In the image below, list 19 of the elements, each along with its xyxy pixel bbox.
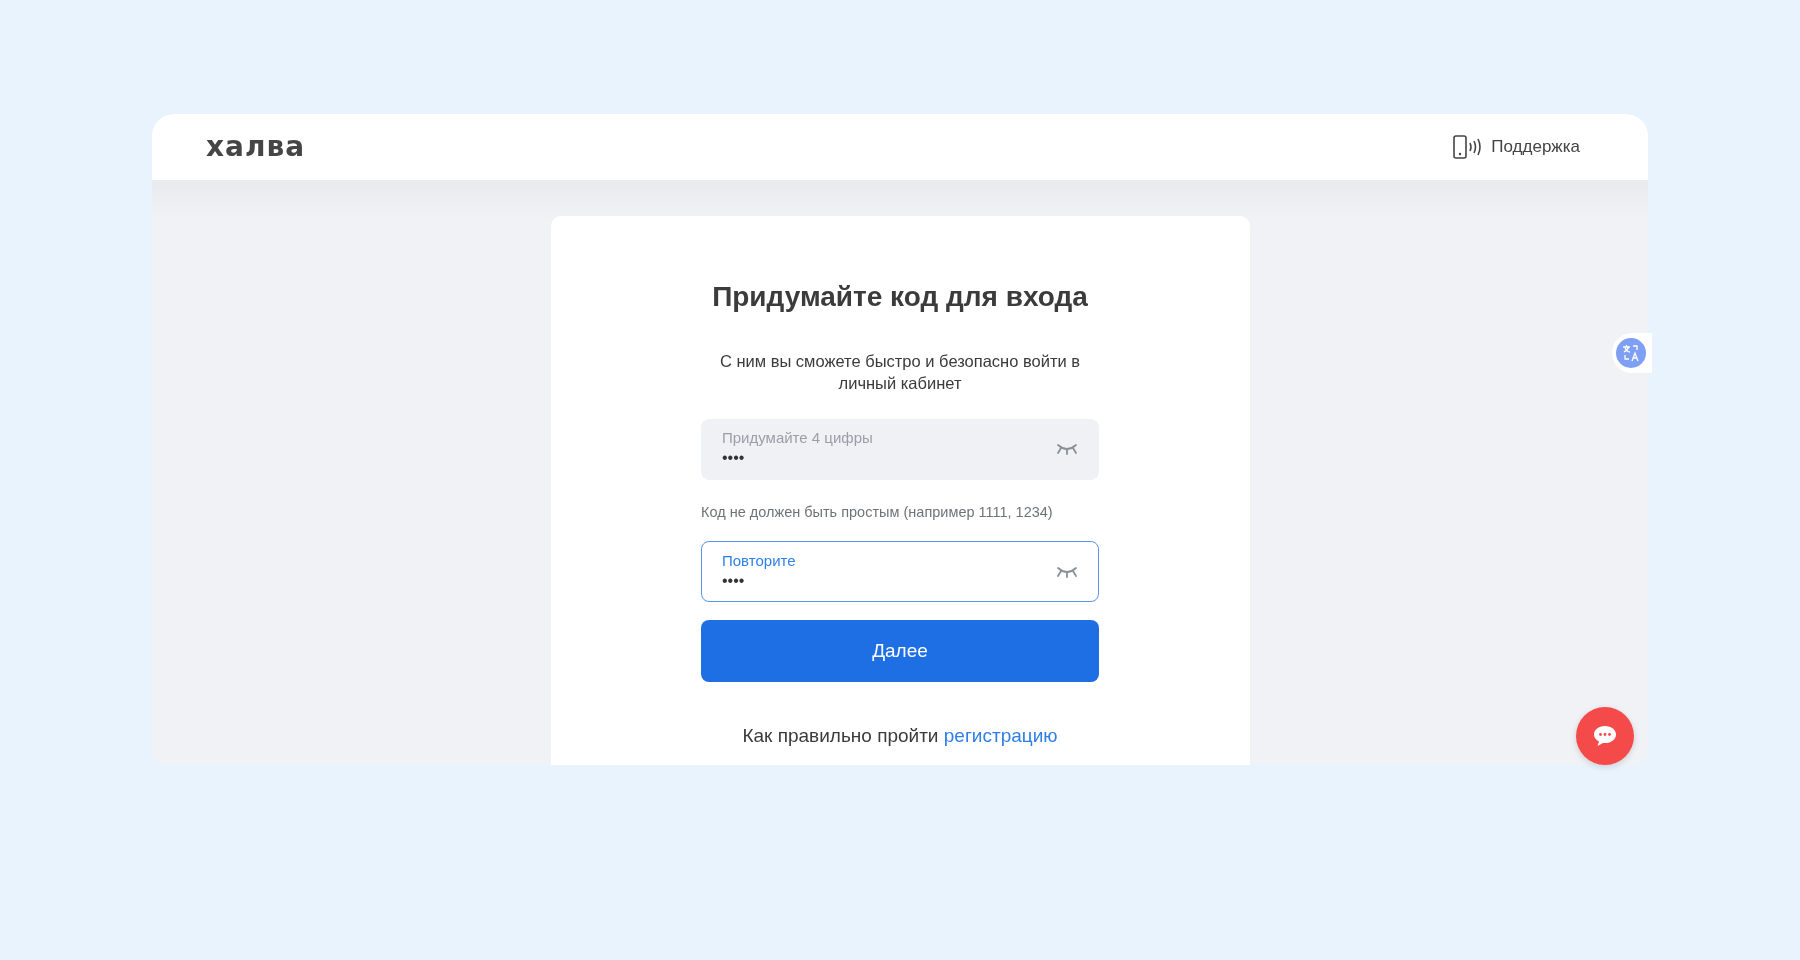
hidden-eye-icon[interactable] (1056, 564, 1078, 579)
registration-link[interactable]: регистрацию (943, 725, 1058, 747)
code-field[interactable]: Придумайте 4 цифры •••• (701, 418, 1099, 480)
field-label: Повторите (722, 551, 797, 570)
form-subtitle: С ним вы сможете быстро и безопасно войти в личный кабинет (718, 350, 1082, 394)
support-link[interactable]: Поддержка (1453, 134, 1580, 160)
chat-bubble-icon (1592, 724, 1618, 748)
code-field[interactable]: Повторите •••• (701, 541, 1099, 603)
hidden-eye-icon[interactable] (1056, 442, 1078, 457)
hint-text: Код не должен быть простым (например 1111, 1234) (701, 502, 1054, 522)
translate-icon[interactable] (1616, 338, 1646, 368)
form-title: Придумайте код для входа (712, 280, 1088, 314)
code-input[interactable]: •••• (722, 569, 1056, 592)
field-label: Придумайте 4 цифры (722, 429, 874, 448)
next-button[interactable]: Далее (701, 620, 1099, 683)
help-sentence: Как правильно пройти (742, 725, 940, 747)
code-input[interactable]: •••• (722, 447, 1056, 470)
logo[interactable]: халва (206, 126, 306, 168)
phone-signal-icon (1453, 135, 1484, 159)
